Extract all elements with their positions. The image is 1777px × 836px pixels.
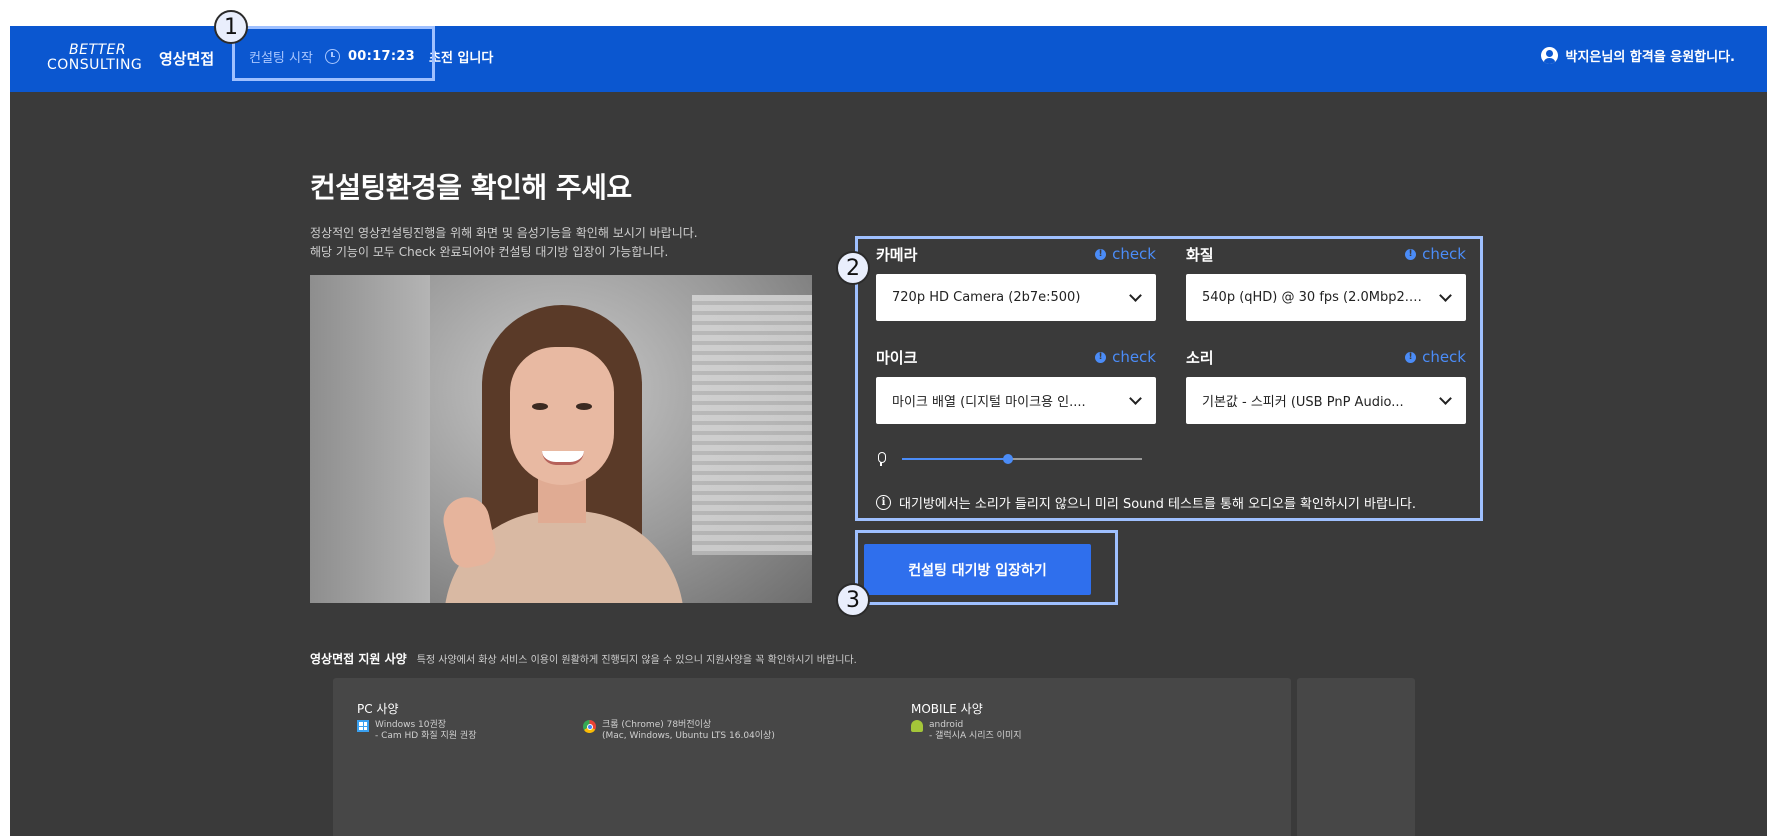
spec-side-panel xyxy=(1297,678,1415,836)
preview-window-bg xyxy=(310,275,430,603)
logo-line2: CONSULTING xyxy=(47,57,143,73)
preview-blinds-bg xyxy=(692,295,812,555)
highlight-box-1 xyxy=(232,26,435,81)
pc-chrome-line2: (Mac, Windows, Ubuntu LTS 16.04이상) xyxy=(602,731,775,741)
pc-windows-line2: - Cam HD 화질 지원 권장 xyxy=(375,731,477,741)
preview-person-eye-right xyxy=(576,403,592,410)
mobile-android-line1: android xyxy=(929,720,964,730)
user-greeting[interactable]: 박지은님의 합격을 응원합니다. xyxy=(1540,46,1735,65)
description-line-2: 해당 기능이 모두 Check 완료되어야 컨설팅 대기방 입장이 가능합니다. xyxy=(310,245,669,259)
description-line-1: 정상적인 영상컨설팅진행을 위해 화면 및 음성기능을 확인해 보시기 바랍니다… xyxy=(310,226,698,240)
chrome-icon xyxy=(583,720,596,733)
better-consulting-logo[interactable]: BETTER CONSULTING xyxy=(47,42,145,78)
user-greeting-text: 박지은님의 합격을 응원합니다. xyxy=(1565,50,1735,65)
annotation-badge-3: 3 xyxy=(836,583,870,617)
preview-person-eye-left xyxy=(532,403,548,410)
camera-preview xyxy=(310,275,812,603)
highlight-box-3 xyxy=(855,530,1118,605)
spec-note: 특정 사양에서 화상 서비스 이용이 원활하게 진행되지 않을 수 있으니 지원… xyxy=(416,655,857,666)
spec-header: 영상면접 지원 사양 특정 사양에서 화상 서비스 이용이 원활하게 진행되지 … xyxy=(310,650,857,667)
user-icon xyxy=(1540,47,1558,64)
page-description: 정상적인 영상컨설팅진행을 위해 화면 및 음성기능을 확인해 보시기 바랍니다… xyxy=(310,224,698,262)
spec-title: 영상면접 지원 사양 xyxy=(310,652,407,666)
pc-windows-spec: Windows 10권장 - Cam HD 화질 지원 권장 xyxy=(357,720,477,742)
mobile-spec-title: MOBILE 사양 xyxy=(911,702,983,716)
page-title: 컨설팅환경을 확인해 주세요 xyxy=(310,171,632,204)
pc-spec-title: PC 사양 xyxy=(357,702,399,716)
brand-title: 영상면접 xyxy=(159,50,215,68)
highlight-box-2 xyxy=(855,236,1483,521)
spec-card: PC 사양 Windows 10권장 - Cam HD 화질 지원 권장 크롬 … xyxy=(333,678,1291,836)
windows-icon xyxy=(357,720,369,732)
pc-chrome-line1: 크롬 (Chrome) 78버전이상 xyxy=(602,720,712,730)
annotation-badge-2: 2 xyxy=(836,251,870,285)
annotation-badge-1: 1 xyxy=(214,10,248,44)
android-icon xyxy=(911,720,923,732)
status-early-label: 초전 입니다 xyxy=(429,50,494,66)
mobile-android-spec: android - 갤럭시A 시리즈 이미지 xyxy=(911,720,1022,742)
pc-windows-line1: Windows 10권장 xyxy=(375,720,447,730)
mobile-android-line2: - 갤럭시A 시리즈 이미지 xyxy=(929,731,1022,741)
pc-chrome-spec: 크롬 (Chrome) 78버전이상 (Mac, Windows, Ubuntu… xyxy=(583,720,775,742)
logo-line1: BETTER xyxy=(69,42,127,58)
